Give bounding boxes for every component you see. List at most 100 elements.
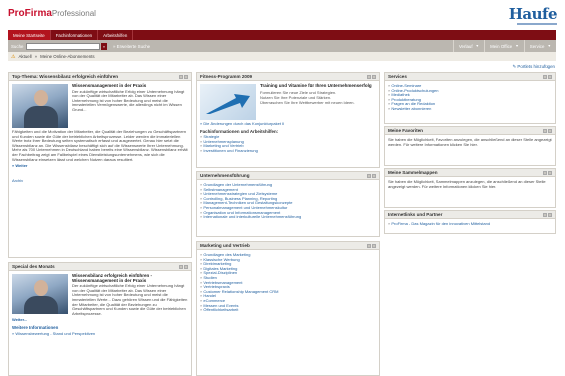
- more-link[interactable]: » Weiter: [12, 164, 188, 169]
- portlet-title: Special des Monats: [12, 264, 55, 269]
- portlet-favoriten: Meine Favoriten Sie haben die Möglichkei…: [384, 126, 556, 166]
- further-info-title: Weitere Informationen: [12, 324, 59, 330]
- add-portlets-link[interactable]: ✎ Portlets hinzufügen: [513, 64, 556, 70]
- close-icon[interactable]: [548, 212, 552, 217]
- menu-service[interactable]: Service ▼: [523, 40, 556, 52]
- article-image: [12, 84, 68, 128]
- right-menus: Verlauf ▼ Mein Office ▼ Service ▼: [452, 40, 556, 52]
- portlet-title: Internetlinks und Partner: [388, 212, 443, 217]
- konjunktur-link[interactable]: » Die Änderungen durch das Konjunkturpak…: [200, 121, 376, 127]
- list-item[interactable]: ProFirma - Das Magazin für den innovativ…: [388, 221, 552, 227]
- breadcrumb-item-abonnements[interactable]: Meine Online-Abonnements: [37, 54, 94, 59]
- archive-link[interactable]: Archiv: [12, 178, 188, 184]
- tab-startseite[interactable]: Meine Startseite: [8, 30, 51, 40]
- sammelmappen-text: Sie haben die Möglichkeit, Sammelmappen …: [388, 179, 546, 189]
- advanced-search-link[interactable]: » Erweiterte Suche: [113, 44, 150, 49]
- portlet-unternehmensfuehrung: Unternehmensführung Grundlagen der Unter…: [196, 171, 380, 237]
- menu-mein-office[interactable]: Mein Office ▼: [484, 40, 524, 52]
- haufe-logo[interactable]: Haufe: [509, 5, 558, 23]
- tab-arbeitshilfen[interactable]: Arbeitshilfen: [98, 30, 134, 40]
- image-person-body: [24, 106, 58, 128]
- portlet-body: Grundlagen des Marketing Klassische Werb…: [197, 250, 379, 316]
- portlet-header: Meine Favoriten: [385, 127, 555, 135]
- menu-verlauf[interactable]: Verlauf ▼: [452, 40, 484, 52]
- close-icon[interactable]: [372, 243, 376, 248]
- portlet-body: Wissensbilanz erfolgreich einführen - Wi…: [9, 271, 191, 339]
- tab-fachinformationen[interactable]: Fachinformationen: [51, 30, 99, 40]
- list-item[interactable]: Öffentlichkeitsarbeit: [200, 308, 376, 313]
- portlet-header: Fitness-Programm 2009: [197, 73, 379, 81]
- minimize-icon[interactable]: [367, 243, 371, 248]
- minimize-icon[interactable]: [543, 170, 547, 175]
- portlet-body: Grundlagen der Unternehmensführung Selbs…: [197, 180, 379, 223]
- portlet-title: Meine Sammelmappen: [388, 170, 438, 175]
- portlet-header: Marketing und Vertrieb: [197, 242, 379, 250]
- chevron-down-icon: ▼: [515, 44, 519, 48]
- portlet-controls: [543, 74, 552, 79]
- list-item[interactable]: Internationale und interkulturelle Unter…: [200, 215, 376, 220]
- arrow-icon: [206, 94, 250, 114]
- app-header: ProFirmaProfessional Haufe: [0, 0, 565, 28]
- section-title: Fachinformationen und Arbeitshilfen:: [200, 128, 279, 134]
- minimize-icon[interactable]: [179, 264, 183, 269]
- portlet-body: Wissensmanagement in der Praxis Der zukü…: [9, 81, 191, 186]
- portlet-body: ProFirma - Das Magazin für den innovativ…: [385, 219, 555, 230]
- search-label: Suche: [11, 43, 24, 49]
- main-nav: Meine Startseite Fachinformationen Arbei…: [8, 30, 556, 40]
- article-text: Fähigkeiten und die Motivation der Mitar…: [12, 129, 188, 162]
- portlet-top-thema: Top-Thema: Wissensbilanz erfolgreich ein…: [8, 72, 192, 258]
- portlet-fitness: Fitness-Programm 2009 Training und Vitam…: [196, 72, 380, 168]
- close-icon[interactable]: [372, 74, 376, 79]
- image-person-body: [24, 296, 58, 314]
- search-go-button[interactable]: »: [101, 42, 107, 50]
- list-item[interactable]: Newsletter abonnieren: [388, 106, 552, 112]
- portlet-header: Internetlinks und Partner: [385, 211, 555, 219]
- minimize-icon[interactable]: [543, 74, 547, 79]
- close-icon[interactable]: [184, 74, 188, 79]
- minimize-icon[interactable]: [543, 212, 547, 217]
- portlet-controls: [179, 264, 188, 269]
- portlet-header: Top-Thema: Wissensbilanz erfolgreich ein…: [9, 73, 191, 81]
- minimize-icon[interactable]: [367, 173, 371, 178]
- list-item-investitionen[interactable]: Investitionen und Finanzierung: [200, 148, 376, 154]
- minimize-icon[interactable]: [543, 128, 547, 133]
- image-person-head: [34, 90, 48, 106]
- profirma-logo[interactable]: ProFirmaProfessional: [8, 8, 96, 19]
- close-icon[interactable]: [184, 264, 188, 269]
- portlet-title: Marketing und Vertrieb: [200, 243, 250, 248]
- close-icon[interactable]: [548, 170, 552, 175]
- image-person-head: [34, 280, 48, 296]
- chevron-down-icon: ▼: [547, 44, 551, 48]
- article-image: [12, 274, 68, 314]
- brand-sub: Professional: [51, 9, 96, 18]
- portlet-controls: [543, 128, 552, 133]
- brand-name: ProFirma: [8, 8, 52, 19]
- portlet-title: Services: [388, 74, 407, 79]
- breadcrumb: ⚠ Aktuell » Meine Online-Abonnements: [8, 52, 556, 61]
- minimize-icon[interactable]: [179, 74, 183, 79]
- search-input[interactable]: [26, 42, 100, 50]
- minimize-icon[interactable]: [367, 74, 371, 79]
- close-icon[interactable]: [372, 173, 376, 178]
- portlet-header: Special des Monats: [9, 263, 191, 271]
- portlet-controls: [367, 74, 376, 79]
- menu-mein-office-label: Mein Office: [490, 43, 513, 49]
- portlet-header: Meine Sammelmappen: [385, 169, 555, 177]
- portlet-controls: [179, 74, 188, 79]
- portlet-controls: [543, 170, 552, 175]
- search-bar: Suche » » Erweiterte Suche Verlauf ▼ Mein…: [8, 40, 556, 52]
- portlet-body: Sie haben die Möglichkeit, Sammelmappen …: [385, 177, 555, 192]
- chevron-down-icon: ▼: [475, 44, 480, 48]
- close-icon[interactable]: [548, 74, 552, 79]
- further-info-link[interactable]: » Wissensbewertung - Stand und Perspekti…: [12, 331, 188, 337]
- portlet-body: Training und Vitamine für Ihren Unterneh…: [197, 81, 379, 157]
- breadcrumb-item-aktuell[interactable]: Aktuell: [15, 54, 31, 59]
- portlet-sammelmappen: Meine Sammelmappen Sie haben die Möglich…: [384, 168, 556, 208]
- menu-verlauf-label: Verlauf: [458, 43, 473, 49]
- menu-service-label: Service: [529, 43, 545, 49]
- portlet-title: Unternehmensführung: [200, 173, 250, 178]
- add-portlets-label: Portlets hinzufügen: [517, 64, 555, 69]
- more-link[interactable]: Weiter...: [12, 318, 188, 323]
- portlet-title: Fitness-Programm 2009: [200, 74, 253, 79]
- close-icon[interactable]: [548, 128, 552, 133]
